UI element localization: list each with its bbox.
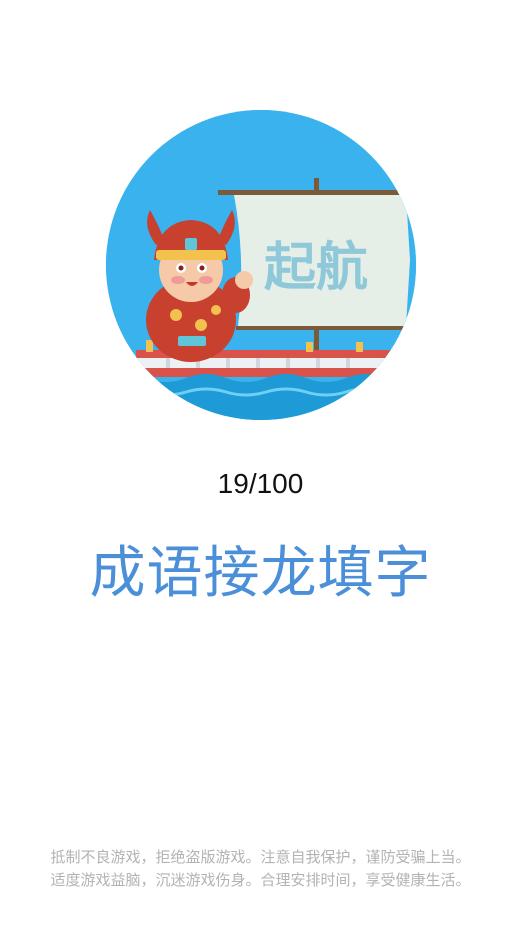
- belt-jade: [178, 336, 206, 346]
- notice-line-2: 适度游戏益脑，沉迷游戏伤身。合理安排时间，享受健康生活。: [50, 871, 471, 889]
- hat-band: [156, 250, 226, 260]
- app-title: 成语接龙填字: [89, 541, 432, 606]
- splash-screen: 起航 19/100 成语接龙填字 抵制不良游戏，拒绝盗版游戏。注意自我保护，谨防…: [0, 0, 521, 926]
- sail-text: 起航: [264, 238, 368, 298]
- water: [106, 374, 416, 420]
- character-hand: [235, 271, 253, 289]
- progress-counter: 19/100: [217, 468, 304, 499]
- app-logo: 起航: [106, 110, 416, 420]
- health-gaming-notice: 抵制不良游戏，拒绝盗版游戏。注意自我保护，谨防受骗上当。 适度游戏益脑，沉迷游戏…: [0, 846, 521, 892]
- sail-spar-bottom: [236, 326, 416, 330]
- boat-rail: [136, 358, 391, 368]
- logo-illustration: 起航: [106, 110, 416, 420]
- notice-line-1: 抵制不良游戏，拒绝盗版游戏。注意自我保护，谨防受骗上当。: [50, 848, 471, 866]
- sail-spar-top: [218, 190, 416, 195]
- boat-hull: [136, 368, 391, 377]
